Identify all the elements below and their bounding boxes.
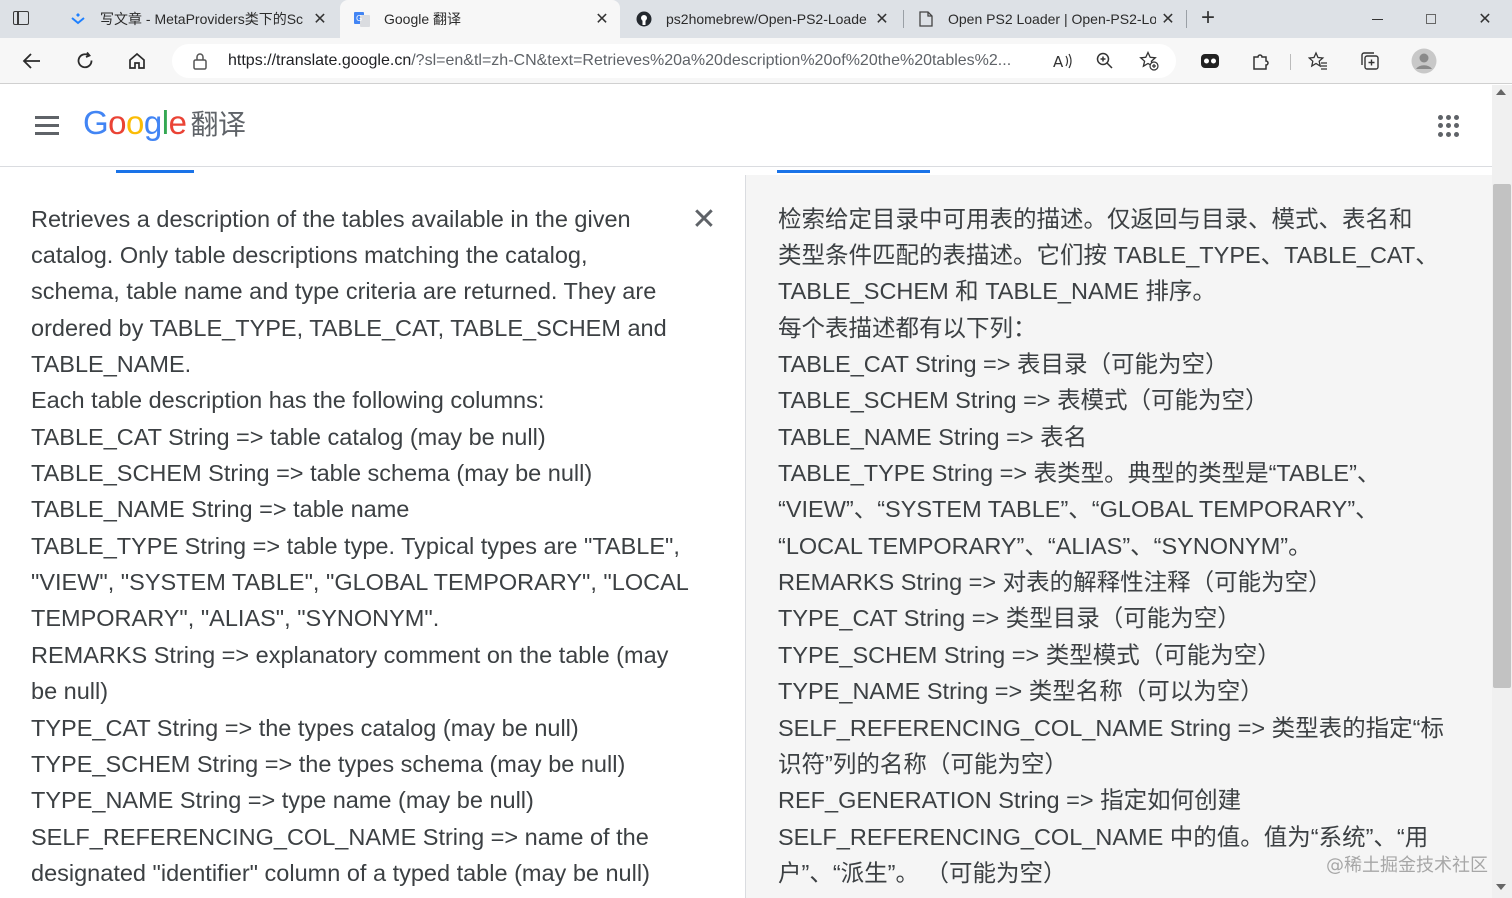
- source-line: TABLE_SCHEM String => table schema (may …: [31, 460, 593, 486]
- url-host: https://translate.google.cn: [228, 52, 412, 69]
- refresh-button[interactable]: [69, 45, 101, 77]
- translation-line: SELF_REFERENCING_COL_NAME 中的值。值为“系统”、“用: [778, 824, 1429, 850]
- page-icon: [918, 11, 934, 27]
- google-translate-logo[interactable]: Google 翻译: [83, 103, 246, 143]
- browser-tab-opl[interactable]: Open PS2 Loader | Open-PS2-Lo ✕: [904, 0, 1186, 38]
- read-aloud-icon[interactable]: A: [1050, 48, 1076, 74]
- source-line: TEMPORARY", "ALIAS", "SYNONYM".: [31, 605, 440, 631]
- translation-line: REMARKS String => 对表的解释性注释（可能为空）: [778, 569, 1332, 595]
- new-tab-button[interactable]: +: [1196, 6, 1220, 32]
- source-line: TYPE_SCHEM String => the types schema (m…: [31, 751, 626, 777]
- main-menu-icon[interactable]: [35, 116, 59, 136]
- url-text[interactable]: https://translate.google.cn/?sl=en&tl=zh…: [228, 52, 1040, 70]
- translation-line: SELF_REFERENCING_COL_NAME String => 类型表的…: [778, 715, 1444, 741]
- back-arrow-icon: [22, 53, 40, 69]
- scrollbar-thumb[interactable]: [1493, 184, 1511, 688]
- window-close-button[interactable]: ✕: [1462, 0, 1508, 38]
- extension-icon[interactable]: [1196, 47, 1224, 75]
- source-language-tab-indicator: [116, 170, 194, 173]
- tab-close-icon[interactable]: ✕: [870, 9, 894, 29]
- home-button[interactable]: [121, 45, 153, 77]
- source-line: Each table description has the following…: [31, 387, 545, 413]
- translation-line: TABLE_SCHEM 和 TABLE_NAME 排序。: [778, 278, 1216, 304]
- extensions-puzzle-icon[interactable]: [1247, 47, 1275, 75]
- translation-line: 每个表描述都有以下列：: [778, 315, 1037, 341]
- add-favorite-icon[interactable]: [1136, 48, 1162, 74]
- url-path: /?sl=en&tl=zh-CN&text=Retrieves%20a%20de…: [411, 52, 1012, 69]
- maximize-button[interactable]: [1408, 0, 1454, 38]
- source-line: TABLE_TYPE String => table type. Typical…: [31, 533, 680, 559]
- translation-line: “VIEW”、“SYSTEM TABLE”、“GLOBAL TEMPORARY”…: [778, 496, 1379, 522]
- zoom-icon[interactable]: [1092, 48, 1118, 74]
- browser-tab-google-translate[interactable]: G Google 翻译 ✕: [340, 0, 620, 38]
- google-translate-icon: G: [354, 11, 370, 27]
- juejin-icon: [70, 11, 86, 27]
- translation-line: TABLE_SCHEM String => 表模式（可能为空）: [778, 387, 1269, 413]
- source-line: REMARKS String => explanatory comment on…: [31, 642, 669, 668]
- source-line: TABLE_NAME String => table name: [31, 496, 410, 522]
- tab-title: 写文章 - MetaProviders类下的Sc: [100, 11, 304, 27]
- source-line: schema, table name and type criteria are…: [31, 278, 657, 304]
- browser-tab-github[interactable]: ps2homebrew/Open-PS2-Loade ✕: [622, 0, 900, 38]
- source-line: TABLE_NAME.: [31, 351, 192, 377]
- tab-close-icon[interactable]: ✕: [308, 9, 332, 29]
- profile-avatar-icon[interactable]: [1410, 47, 1438, 75]
- back-button[interactable]: [16, 45, 48, 77]
- translation-line: TYPE_SCHEM String => 类型模式（可能为空）: [778, 642, 1281, 668]
- tab-title: ps2homebrew/Open-PS2-Loade: [666, 11, 867, 27]
- translation-line: “LOCAL TEMPORARY”、“ALIAS”、“SYNONYM”。: [778, 533, 1312, 559]
- source-line: SELF_REFERENCING_COL_NAME String => name…: [31, 824, 649, 850]
- tab-title: Google 翻译: [384, 11, 462, 27]
- translation-line: TYPE_CAT String => 类型目录（可能为空）: [778, 605, 1241, 631]
- translation-line: 户”、“派生”。 （可能为空）: [778, 860, 1067, 886]
- translation-line: TABLE_TYPE String => 表类型。典型的类型是“TABLE”、: [778, 460, 1381, 486]
- source-line: TABLE_CAT String => table catalog (may b…: [31, 424, 546, 450]
- translation-line: 类型条件匹配的表描述。它们按 TABLE_TYPE、TABLE_CAT、: [778, 242, 1439, 268]
- browser-toolbar: https://translate.google.cn/?sl=en&tl=zh…: [0, 38, 1512, 84]
- translation-line: 检索给定目录中可用表的描述。仅返回与目录、模式、表名和: [778, 206, 1413, 232]
- google-header: Google 翻译: [0, 85, 1496, 167]
- scroll-up-arrow-icon[interactable]: [1496, 89, 1506, 95]
- collections-icon[interactable]: [1356, 47, 1384, 75]
- source-line: TYPE_NAME String => type name (may be nu…: [31, 787, 534, 813]
- tab-close-icon[interactable]: ✕: [590, 9, 614, 29]
- translation-line: 识符”列的名称（可能为空）: [778, 751, 1068, 777]
- tab-close-icon[interactable]: ✕: [1156, 9, 1180, 29]
- tab-title: Open PS2 Loader | Open-PS2-Lo: [948, 11, 1156, 27]
- product-name: 翻译: [190, 108, 246, 141]
- source-line: catalog. Only table descriptions matchin…: [31, 242, 588, 268]
- github-icon: [636, 11, 652, 27]
- favorites-icon[interactable]: [1304, 47, 1332, 75]
- address-bar[interactable]: https://translate.google.cn/?sl=en&tl=zh…: [172, 44, 1176, 78]
- clear-source-text-button[interactable]: ✕: [690, 205, 718, 235]
- source-line: be null): [31, 678, 109, 704]
- scroll-down-arrow-icon[interactable]: [1496, 884, 1506, 890]
- source-line: "VIEW", "SYSTEM TABLE", "GLOBAL TEMPORAR…: [31, 569, 689, 595]
- svg-text:G: G: [356, 14, 362, 23]
- source-line: TYPE_CAT String => the types catalog (ma…: [31, 715, 579, 741]
- lock-icon[interactable]: [192, 52, 208, 70]
- refresh-icon: [77, 51, 93, 69]
- source-line: ordered by TABLE_TYPE, TABLE_CAT, TABLE_…: [31, 315, 667, 341]
- google-apps-icon[interactable]: [1438, 115, 1460, 137]
- translation-line: TABLE_NAME String => 表名: [778, 424, 1088, 450]
- browser-tab-juejin[interactable]: 写文章 - MetaProviders类下的Sc ✕: [56, 0, 338, 38]
- source-line: designated "identifier" column of a type…: [31, 860, 650, 886]
- browser-tab-strip: 写文章 - MetaProviders类下的Sc ✕ G Google 翻译 ✕…: [0, 0, 1512, 38]
- minimize-button[interactable]: [1354, 0, 1400, 38]
- translation-line: TYPE_NAME String => 类型名称（可以为空）: [778, 678, 1264, 704]
- home-icon: [129, 52, 145, 69]
- svg-text:A: A: [1053, 53, 1064, 70]
- target-language-tab-indicator: [777, 170, 930, 173]
- source-line: Retrieves a description of the tables av…: [31, 206, 631, 232]
- watermark: @稀土掘金技术社区: [1326, 855, 1488, 876]
- translation-line: REF_GENERATION String => 指定如何创建: [778, 787, 1242, 813]
- tab-actions-icon[interactable]: [10, 8, 32, 30]
- translation-line: TABLE_CAT String => 表目录（可能为空）: [778, 351, 1229, 377]
